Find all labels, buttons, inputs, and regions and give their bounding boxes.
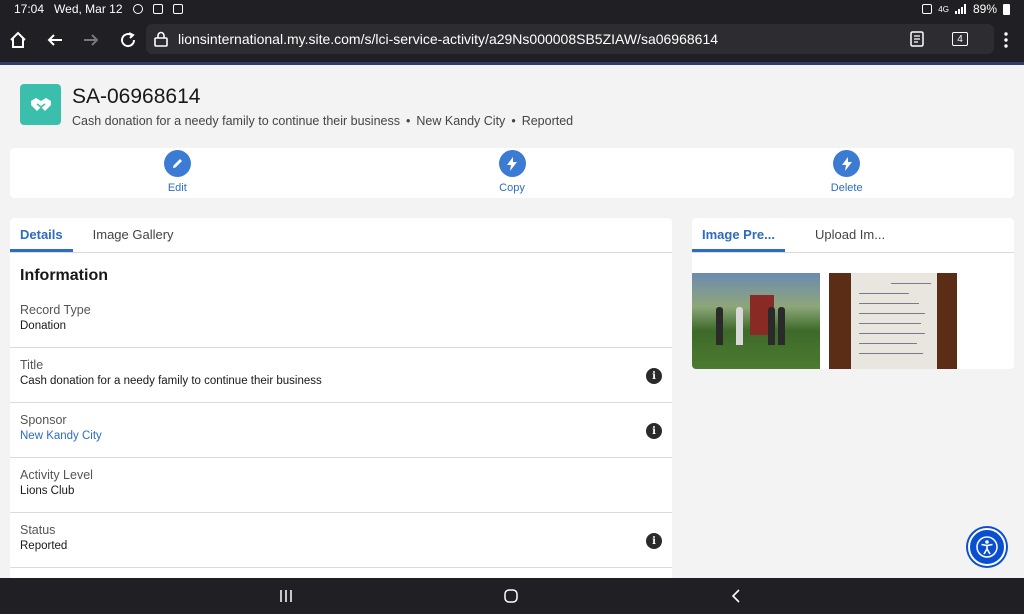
field-label: Record Type (20, 303, 91, 317)
field-label: Sponsor (20, 413, 67, 427)
tab-image-preview[interactable]: Image Pre... (692, 218, 785, 252)
info-icon[interactable]: i (646, 368, 662, 384)
field-activity-level: Activity Level Lions Club (10, 458, 672, 513)
subtitle-activity: Cash donation for a needy family to cont… (72, 114, 400, 128)
field-title: Title Cash donation for a needy family t… (10, 348, 672, 403)
reload-icon (121, 32, 136, 48)
tab-count-button[interactable]: 4 (952, 32, 968, 46)
battery-percent: 89% (972, 2, 997, 16)
delete-label: Delete (830, 182, 863, 194)
tab-image-gallery[interactable]: Image Gallery (83, 218, 184, 252)
reader-mode-icon[interactable] (910, 31, 924, 47)
back-button[interactable] (37, 22, 73, 58)
back-nav-button[interactable] (726, 586, 746, 606)
field-value: Donation (20, 320, 67, 332)
home-button[interactable] (0, 22, 36, 58)
image-thumbnail-document[interactable] (829, 273, 957, 369)
accessibility-button[interactable] (968, 528, 1006, 566)
lightning-icon (841, 156, 852, 171)
more-vertical-icon (1004, 32, 1008, 48)
field-value: Cash donation for a needy family to cont… (20, 375, 322, 387)
home-circle-icon (504, 589, 518, 603)
reload-button[interactable] (110, 22, 146, 58)
action-bar: Edit Copy Delete (10, 148, 1014, 198)
chevron-left-icon (731, 589, 740, 603)
field-value: Reported (20, 540, 68, 552)
delete-button[interactable]: Delete (679, 148, 1014, 198)
subtitle-status: Reported (521, 114, 574, 128)
field-label: Activity Level (20, 468, 93, 482)
tab-details[interactable]: Details (10, 218, 73, 252)
field-record-type: Record Type Donation (10, 293, 672, 348)
tab-upload-image[interactable]: Upload Im... (805, 218, 895, 252)
lightning-icon (507, 156, 517, 171)
status-date: Wed, Mar 12 (54, 2, 123, 16)
subtitle-club: New Kandy City (416, 114, 506, 128)
header-accent-line (0, 62, 1024, 65)
page-title: SA-06968614 (72, 85, 201, 108)
section-title: Information (20, 267, 108, 284)
copy-button[interactable]: Copy (345, 148, 680, 198)
recent-apps-button[interactable] (276, 586, 296, 606)
battery-icon (1003, 3, 1010, 15)
edit-label: Edit (167, 182, 187, 194)
image-card: Image Pre... Upload Im... (692, 218, 1014, 369)
url-text: lionsinternational.my.site.com/s/lci-ser… (178, 31, 719, 47)
system-navigation-bar (0, 578, 1024, 614)
details-card: Details Image Gallery Information Record… (10, 218, 672, 578)
network-label: 4G (938, 4, 949, 14)
browser-toolbar: lionsinternational.my.site.com/s/lci-ser… (0, 18, 1024, 62)
image-thumbnail-photo[interactable] (692, 273, 820, 369)
alarm-icon (922, 4, 933, 14)
whatsapp-icon (132, 4, 143, 14)
address-bar[interactable]: lionsinternational.my.site.com/s/lci-ser… (146, 24, 994, 54)
arrow-right-icon (84, 34, 99, 46)
info-icon[interactable]: i (646, 533, 662, 549)
info-icon[interactable]: i (646, 423, 662, 439)
lock-icon (154, 31, 168, 47)
pencil-icon (172, 159, 182, 168)
forward-button[interactable] (73, 22, 109, 58)
field-status: Status Reported i (10, 513, 672, 568)
image-tabs: Image Pre... Upload Im... (692, 218, 1014, 253)
recent-apps-icon (280, 590, 292, 602)
status-time: 17:04 (14, 2, 45, 16)
menu-button[interactable] (988, 22, 1024, 58)
accessibility-icon (976, 536, 998, 558)
edit-button[interactable]: Edit (10, 148, 345, 198)
copy-label: Copy (499, 182, 525, 194)
field-sponsor: Sponsor New Kandy City i (10, 403, 672, 458)
youtube-icon (172, 4, 183, 14)
home-icon (10, 31, 26, 48)
status-bar: 17:04 Wed, Mar 12 4G 89% (0, 0, 1024, 18)
record-subtitle: Cash donation for a needy family to cont… (72, 114, 574, 128)
record-type-icon (20, 84, 61, 125)
signal-icon (954, 4, 966, 14)
cloud-icon (152, 4, 163, 14)
details-tabs: Details Image Gallery (10, 218, 672, 253)
home-nav-button[interactable] (501, 586, 521, 606)
handshake-icon (30, 97, 51, 111)
arrow-left-icon (47, 34, 62, 46)
field-label: Status (20, 523, 56, 537)
field-value: Lions Club (20, 485, 75, 497)
field-label: Title (20, 358, 44, 372)
sponsor-link[interactable]: New Kandy City (20, 430, 102, 442)
